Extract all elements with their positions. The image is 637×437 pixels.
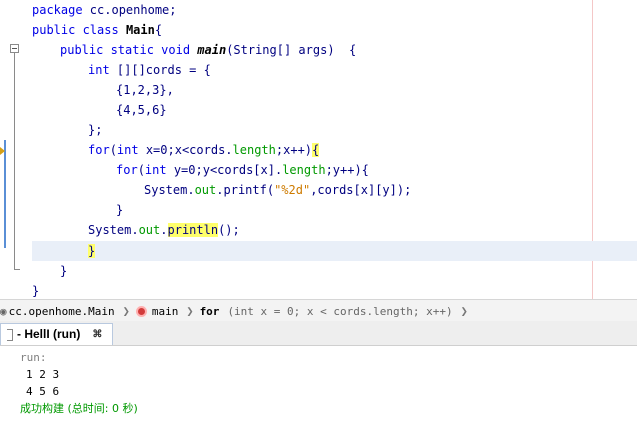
output-row-1: 1 2 3 <box>26 368 60 381</box>
tab-output-run[interactable]: - HellI (run) ⌘ <box>0 323 114 345</box>
chevron-right-icon: ❯ <box>122 304 130 318</box>
breadcrumb-class[interactable]: ◉ cc.openhome.Main <box>0 305 115 318</box>
code-editor[interactable]: package cc.openhome; public class Main{ … <box>0 0 637 299</box>
code-line-1: package cc.openhome; <box>32 3 177 17</box>
matching-brace-highlight-close: } <box>88 244 96 258</box>
fold-guide-line <box>14 53 15 269</box>
chevron-right-icon: ❯ <box>460 304 468 318</box>
method-icon <box>135 305 147 317</box>
code-line-8: for(int x=0;x<cords.length;x++){ <box>88 143 320 157</box>
code-line-3: public static void main(String[] args) { <box>60 43 357 57</box>
breadcrumb-method[interactable]: main <box>135 305 178 318</box>
output-icon <box>7 328 13 341</box>
fold-guide-end <box>14 269 20 270</box>
matching-brace-highlight: { <box>312 143 320 157</box>
code-line-7: }; <box>88 123 103 137</box>
breakpoint-arrow-icon <box>0 147 5 155</box>
breadcrumb: ◉ cc.openhome.Main ❯ main ❯ for (int x =… <box>0 299 637 323</box>
current-line-highlight <box>32 241 637 261</box>
change-marker <box>4 140 6 248</box>
code-line-4: int [][]cords = { <box>88 63 211 77</box>
code-line-10: System.out.printf("%2d",cords[x][y]); <box>144 183 412 197</box>
breadcrumb-for[interactable]: for (int x = 0; x < cords.length; x++) <box>200 305 453 318</box>
output-console[interactable]: run: 1 2 3 4 5 6 成功构建 (总时间: 0 秒) <box>0 346 637 437</box>
class-icon: ◉ <box>0 304 7 318</box>
code-line-2: public class Main{ <box>32 23 163 37</box>
code-line-11: } <box>116 203 124 217</box>
code-line-14: } <box>60 264 68 278</box>
chevron-right-icon: ❯ <box>186 304 194 318</box>
close-icon[interactable]: ⌘ <box>92 324 102 345</box>
build-success-message: 成功构建 (总时间: 0 秒) <box>20 402 138 415</box>
code-line-5: {1,2,3}, <box>116 83 174 97</box>
fold-collapse-icon[interactable] <box>10 44 19 53</box>
code-line-12: System.out.println(); <box>88 223 240 237</box>
run-label: run: <box>20 351 47 364</box>
code-line-9: for(int y=0;y<cords[x].length;y++){ <box>116 163 369 177</box>
code-line-6: {4,5,6} <box>116 103 167 117</box>
output-tabbar: - HellI (run) ⌘ <box>0 321 637 346</box>
output-row-2: 4 5 6 <box>26 385 60 398</box>
code-line-13: } <box>88 241 96 261</box>
code-line-15: } <box>32 284 40 298</box>
